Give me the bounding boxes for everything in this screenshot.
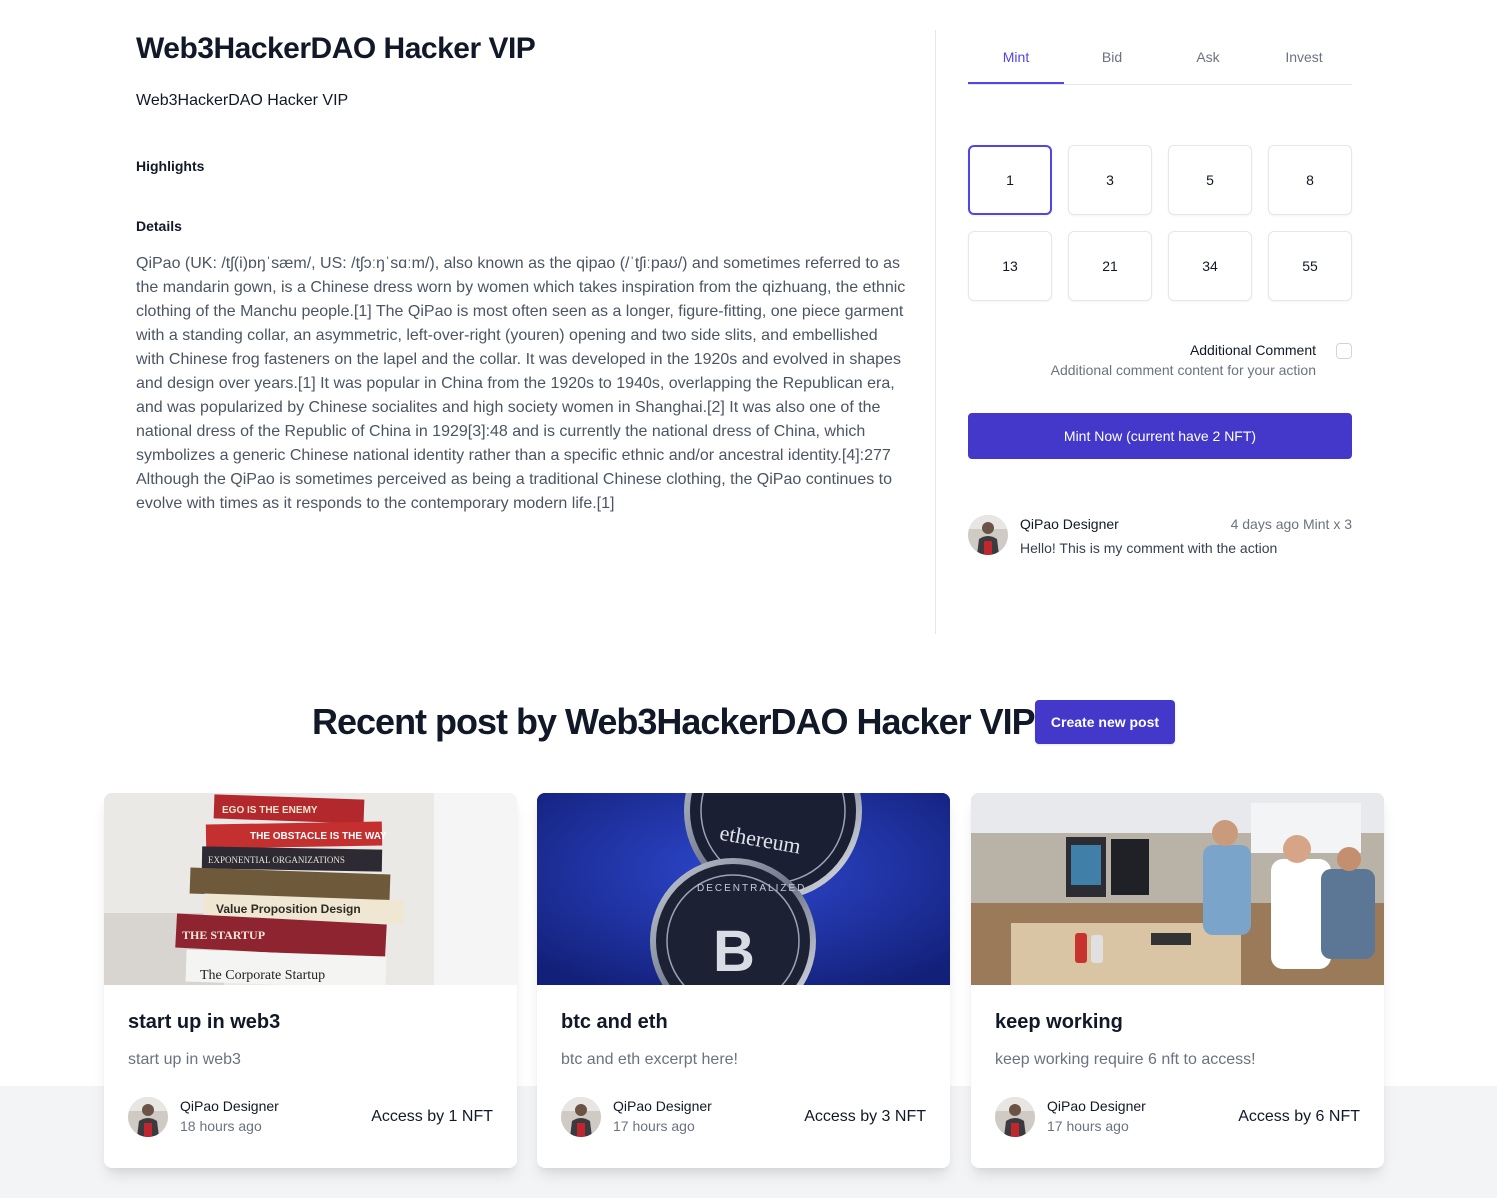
post-title: start up in web3	[128, 1011, 281, 1033]
stacked-books-image: EGO IS THE ENEMY THE OBSTACLE IS THE WAY…	[104, 793, 517, 985]
additional-comment-description: Additional comment content for your acti…	[1050, 362, 1316, 378]
avatar	[995, 1097, 1035, 1137]
quantity-option[interactable]: 8	[1268, 145, 1352, 215]
quantity-option[interactable]: 55	[1268, 231, 1352, 301]
avatar	[128, 1097, 168, 1137]
post-excerpt: keep working require 6 nft to access!	[995, 1051, 1256, 1068]
post-card-body: keep working keep working require 6 nft …	[995, 985, 1360, 1168]
post-author: QiPao Designer	[1047, 1098, 1146, 1114]
collection-subtitle: Web3HackerDAO Hacker VIP	[136, 92, 349, 109]
details-label: Details	[136, 218, 182, 234]
post-card[interactable]: keep working keep working require 6 nft …	[971, 793, 1384, 1168]
post-footer: QiPao Designer 17 hours ago Access by 3 …	[561, 1097, 926, 1137]
column-divider	[935, 30, 936, 634]
action-panel: Mint Bid Ask Invest 1 3 5 8 13 21 34 55 …	[968, 30, 1352, 556]
tab-mint[interactable]: Mint	[968, 30, 1064, 84]
bitcoin-ethereum-image: ethereum DECENTRALIZED B	[537, 793, 950, 985]
office-team-image	[971, 793, 1384, 985]
svg-text:THE STARTUP: THE STARTUP	[182, 928, 265, 942]
post-access: Access by 3 NFT	[804, 1108, 926, 1125]
post-card-body: btc and eth btc and eth excerpt here! Qi…	[561, 985, 926, 1168]
activity-item: QiPao Designer 4 days ago Mint x 3 Hello…	[968, 514, 1352, 558]
quantity-option[interactable]: 3	[1068, 145, 1152, 215]
tab-ask[interactable]: Ask	[1160, 30, 1256, 84]
post-author: QiPao Designer	[613, 1098, 712, 1114]
quantity-option[interactable]: 1	[968, 145, 1052, 215]
post-excerpt: btc and eth excerpt here!	[561, 1051, 738, 1068]
post-card[interactable]: ethereum DECENTRALIZED B btc and eth btc…	[537, 793, 950, 1168]
action-tabs: Mint Bid Ask Invest	[968, 30, 1352, 85]
collection-info: Web3HackerDAO Hacker VIP Web3HackerDAO H…	[136, 30, 906, 512]
page-title: Web3HackerDAO Hacker VIP	[136, 32, 536, 65]
activity-comment: Hello! This is my comment with the actio…	[1020, 540, 1278, 556]
quantity-option[interactable]: 34	[1168, 231, 1252, 301]
tab-invest[interactable]: Invest	[1256, 30, 1352, 84]
additional-comment-checkbox[interactable]	[1336, 343, 1352, 359]
svg-text:EXPONENTIAL ORGANIZATIONS: EXPONENTIAL ORGANIZATIONS	[208, 855, 345, 865]
avatar	[968, 515, 1008, 555]
post-time: 17 hours ago	[613, 1118, 695, 1134]
tab-bid[interactable]: Bid	[1064, 30, 1160, 84]
svg-text:DECENTRALIZED: DECENTRALIZED	[697, 883, 806, 894]
activity-author: QiPao Designer	[1020, 516, 1119, 532]
post-title: btc and eth	[561, 1011, 668, 1033]
post-access: Access by 6 NFT	[1238, 1108, 1360, 1125]
quantity-option[interactable]: 21	[1068, 231, 1152, 301]
post-card[interactable]: EGO IS THE ENEMY THE OBSTACLE IS THE WAY…	[104, 793, 517, 1168]
post-access: Access by 1 NFT	[371, 1108, 493, 1125]
post-excerpt: start up in web3	[128, 1051, 241, 1068]
mint-now-button[interactable]: Mint Now (current have 2 NFT)	[968, 413, 1352, 459]
avatar	[561, 1097, 601, 1137]
svg-text:Value Proposition Design: Value Proposition Design	[216, 902, 361, 916]
recent-posts-header: Recent post by Web3HackerDAO Hacker VIP …	[0, 700, 1497, 744]
highlights-label: Highlights	[136, 158, 205, 174]
post-card-body: start up in web3 start up in web3 QiPao …	[128, 985, 493, 1168]
quantity-options: 1 3 5 8 13 21 34 55	[968, 145, 1352, 301]
post-footer: QiPao Designer 17 hours ago Access by 6 …	[995, 1097, 1360, 1137]
svg-text:B: B	[713, 919, 755, 984]
activity-meta: 4 days ago Mint x 3	[1230, 516, 1352, 532]
additional-comment-label: Additional Comment	[1189, 342, 1316, 358]
details-text: QiPao (UK: /tʃ(i)ɒŋˈsæm/, US: /tʃɔːŋˈsɑː…	[136, 255, 906, 512]
post-time: 17 hours ago	[1047, 1118, 1129, 1134]
post-time: 18 hours ago	[180, 1118, 262, 1134]
recent-posts-title: Recent post by Web3HackerDAO Hacker VIP	[312, 701, 1036, 742]
create-new-post-button[interactable]: Create new post	[1035, 700, 1175, 744]
quantity-option[interactable]: 13	[968, 231, 1052, 301]
svg-text:The Corporate Startup: The Corporate Startup	[200, 968, 325, 983]
post-author: QiPao Designer	[180, 1098, 279, 1114]
post-title: keep working	[995, 1011, 1123, 1033]
quantity-option[interactable]: 5	[1168, 145, 1252, 215]
svg-text:EGO IS THE ENEMY: EGO IS THE ENEMY	[222, 805, 318, 816]
svg-text:THE OBSTACLE IS THE WAY: THE OBSTACLE IS THE WAY	[250, 831, 387, 842]
post-footer: QiPao Designer 18 hours ago Access by 1 …	[128, 1097, 493, 1137]
